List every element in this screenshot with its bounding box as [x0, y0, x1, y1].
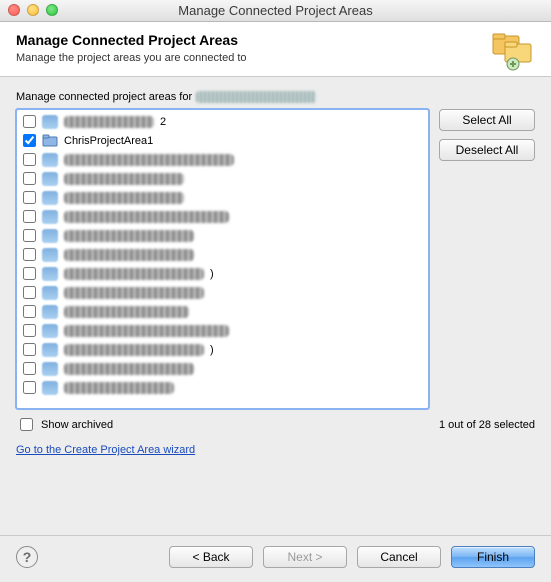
list-item[interactable]	[17, 359, 428, 378]
list-item-label-suffix: 2	[160, 116, 166, 128]
list-item-redacted-label	[64, 382, 174, 394]
project-area-icon	[42, 191, 58, 205]
help-icon[interactable]: ?	[16, 546, 38, 568]
list-item-redacted-label	[64, 173, 184, 185]
header-panel: Manage Connected Project Areas Manage th…	[0, 22, 551, 77]
list-item-label-suffix: )	[210, 268, 214, 280]
list-item[interactable]: )	[17, 340, 428, 359]
list-item-checkbox[interactable]	[23, 286, 36, 299]
list-item-checkbox[interactable]	[23, 115, 36, 128]
project-area-icon	[42, 362, 58, 376]
select-all-button[interactable]: Select All	[439, 109, 535, 131]
list-item-label: ChrisProjectArea1	[64, 135, 153, 147]
list-item[interactable]	[17, 169, 428, 188]
zoom-icon[interactable]	[46, 4, 58, 16]
list-item[interactable]	[17, 378, 428, 397]
list-item-checkbox[interactable]	[23, 210, 36, 223]
desc-prefix: Manage connected project areas for	[16, 91, 192, 103]
project-area-icon	[42, 248, 58, 262]
list-item-redacted-label	[64, 287, 204, 299]
desc-redacted	[196, 91, 316, 103]
project-area-icon	[42, 286, 58, 300]
project-area-icon	[42, 343, 58, 357]
list-item[interactable]: )	[17, 264, 428, 283]
project-area-icon	[42, 210, 58, 224]
list-item-redacted-label	[64, 154, 234, 166]
project-areas-icon	[491, 32, 535, 75]
list-item-checkbox[interactable]	[23, 362, 36, 375]
list-item[interactable]	[17, 321, 428, 340]
project-area-icon	[42, 115, 58, 129]
list-item-redacted-label	[64, 344, 204, 356]
page-title: Manage Connected Project Areas	[16, 32, 535, 48]
list-item[interactable]	[17, 188, 428, 207]
deselect-all-button[interactable]: Deselect All	[439, 139, 535, 161]
titlebar: Manage Connected Project Areas	[0, 0, 551, 22]
project-area-list[interactable]: 2 ChrisProjectArea1))	[16, 109, 429, 409]
finish-button[interactable]: Finish	[451, 546, 535, 568]
list-item[interactable]	[17, 226, 428, 245]
list-item-checkbox[interactable]	[23, 172, 36, 185]
list-item-redacted-label	[64, 325, 229, 337]
list-item-checkbox[interactable]	[23, 248, 36, 261]
footer: ? < Back Next > Cancel Finish	[0, 535, 551, 582]
project-area-icon	[42, 153, 58, 167]
list-item[interactable]: 2	[17, 112, 428, 131]
list-item-checkbox[interactable]	[23, 305, 36, 318]
minimize-icon[interactable]	[27, 4, 39, 16]
list-item-checkbox[interactable]	[23, 191, 36, 204]
list-item-redacted-label	[64, 249, 194, 261]
list-item-checkbox[interactable]	[23, 343, 36, 356]
create-project-area-link[interactable]: Go to the Create Project Area wizard	[16, 444, 195, 456]
list-item-redacted-label	[64, 230, 194, 242]
list-item-checkbox[interactable]	[23, 229, 36, 242]
cancel-button[interactable]: Cancel	[357, 546, 441, 568]
list-item[interactable]	[17, 150, 428, 169]
list-item-redacted-label	[64, 306, 189, 318]
selection-count: 1 out of 28 selected	[439, 419, 535, 431]
list-item[interactable]	[17, 207, 428, 226]
list-item-redacted-label	[64, 268, 204, 280]
project-area-icon	[42, 324, 58, 338]
window-controls	[8, 4, 58, 16]
close-icon[interactable]	[8, 4, 20, 16]
show-archived-input[interactable]	[20, 418, 33, 431]
list-item[interactable]	[17, 302, 428, 321]
project-area-icon	[42, 172, 58, 186]
project-area-icon	[42, 381, 58, 395]
side-buttons: Select All Deselect All	[439, 109, 535, 161]
project-area-icon	[42, 267, 58, 281]
list-item-redacted-label	[64, 211, 229, 223]
list-item-checkbox[interactable]	[23, 134, 36, 147]
page-subtitle: Manage the project areas you are connect…	[16, 52, 535, 64]
project-area-icon	[42, 305, 58, 319]
list-item-checkbox[interactable]	[23, 324, 36, 337]
project-area-icon	[42, 134, 58, 148]
next-button: Next >	[263, 546, 347, 568]
list-item-checkbox[interactable]	[23, 267, 36, 280]
back-button[interactable]: < Back	[169, 546, 253, 568]
window-title: Manage Connected Project Areas	[178, 3, 372, 18]
list-item-redacted-label	[64, 192, 184, 204]
list-item-redacted-label	[64, 363, 194, 375]
list-item-checkbox[interactable]	[23, 381, 36, 394]
list-item[interactable]: ChrisProjectArea1	[17, 131, 428, 150]
body-panel: Manage connected project areas for 2 Chri…	[0, 77, 551, 464]
show-archived-label: Show archived	[41, 419, 113, 431]
desc-line: Manage connected project areas for	[16, 91, 535, 103]
list-item[interactable]	[17, 245, 428, 264]
show-archived-checkbox[interactable]: Show archived	[16, 415, 113, 434]
list-item[interactable]	[17, 283, 428, 302]
list-item-label-suffix: )	[210, 344, 214, 356]
project-area-icon	[42, 229, 58, 243]
list-item-checkbox[interactable]	[23, 153, 36, 166]
list-item-redacted-label	[64, 116, 154, 128]
